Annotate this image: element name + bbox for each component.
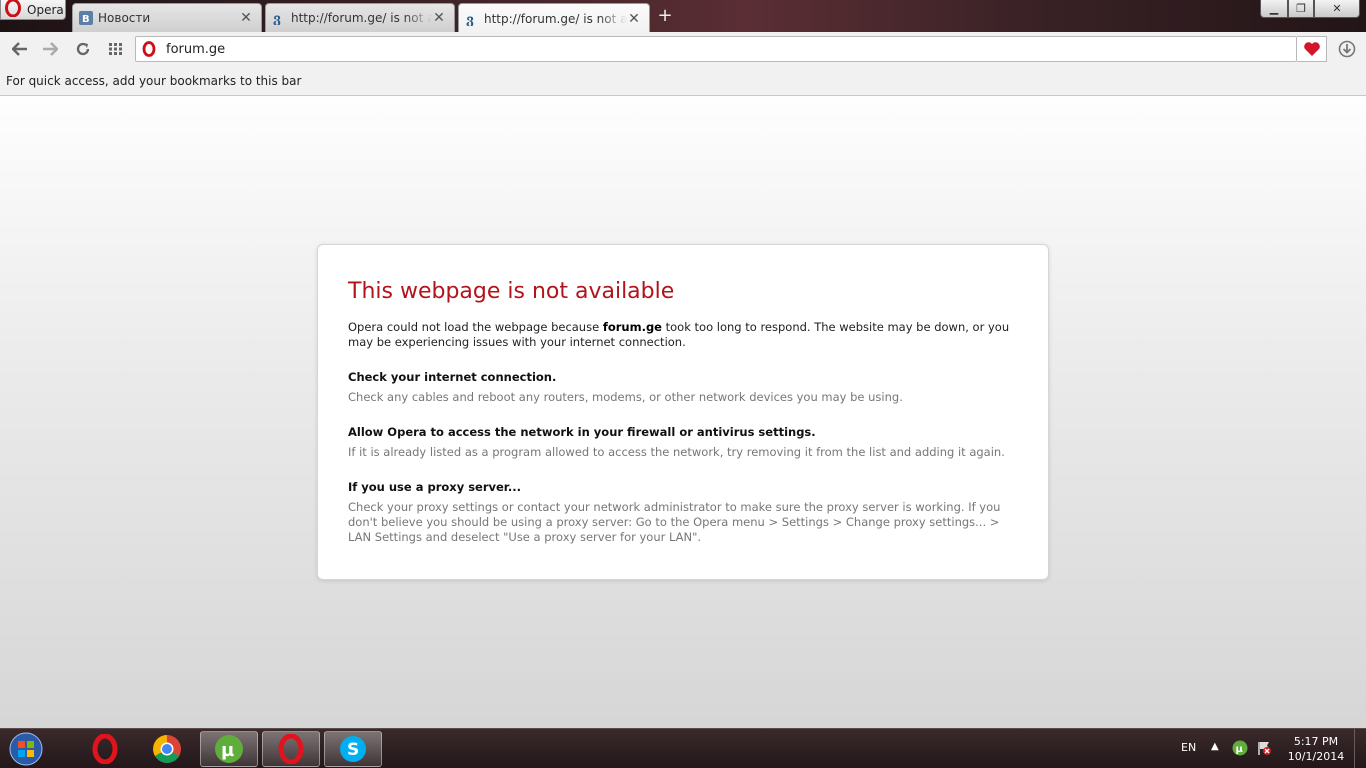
tab-title: http://forum.ge/ is not available [484,11,627,26]
windows-logo-icon [9,732,43,766]
page-content: This webpage is not available Opera coul… [0,96,1366,728]
download-icon[interactable] [1336,38,1358,60]
window-controls: ▁ ❐ ✕ [1260,0,1360,18]
svg-text:ვ: ვ [273,12,281,25]
error-host: forum.ge [602,320,662,334]
error-card: This webpage is not available Opera coul… [317,244,1049,580]
bookmarks-hint: For quick access, add your bookmarks to … [6,74,302,88]
close-window-icon[interactable]: ✕ [1314,0,1360,18]
show-desktop-button[interactable] [1354,729,1366,768]
tray-expand-icon[interactable]: ▲ [1211,741,1219,752]
tab-close-icon[interactable]: ✕ [239,11,253,25]
opera-menu-button[interactable]: Opera [0,0,66,20]
tip-heading: If you use a proxy server... [348,480,521,494]
tab-forum-active[interactable]: ვ http://forum.ge/ is not available ✕ [458,3,650,33]
maximize-icon[interactable]: ❐ [1288,0,1314,18]
opera-menu-label: Opera [27,2,64,17]
forum-icon: ვ [272,11,286,25]
system-clock[interactable]: 5:17 PM 10/1/2014 [1286,734,1346,764]
new-tab-plus-icon[interactable]: + [656,7,674,25]
tip-text: Check any cables and reboot any routers,… [348,390,903,404]
svg-text:В: В [82,14,90,25]
bookmarks-bar: For quick access, add your bookmarks to … [0,66,1366,96]
tip-text: Check your proxy settings or contact you… [348,500,1001,544]
svg-text:S: S [347,740,359,760]
minimize-icon[interactable]: ▁ [1260,0,1288,18]
tab-strip: Opera В Новости ✕ ვ http://forum.ge/ is … [0,0,1366,33]
navigation-toolbar [0,32,1366,66]
windows-taskbar: µ S EN ▲ µ 5:17 PM 10/1/2014 [0,728,1366,768]
address-input[interactable] [166,41,1266,57]
error-title: This webpage is not available [348,279,675,304]
address-bar[interactable] [135,36,1297,62]
forward-arrow-icon[interactable] [39,38,61,60]
forum-icon: ვ [465,12,479,26]
back-arrow-icon[interactable] [9,38,31,60]
stash-heart-icon[interactable] [1297,36,1327,62]
tip-text: If it is already listed as a program all… [348,445,1005,459]
tab-close-icon[interactable]: ✕ [432,11,446,25]
input-language[interactable]: EN [1181,741,1196,754]
tab-title: http://forum.ge/ is not available [291,11,432,25]
taskbar-opera-active-icon[interactable] [262,731,320,767]
svg-text:µ: µ [221,740,234,761]
error-description: Opera could not load the webpage because… [348,320,1018,350]
taskbar-opera-icon[interactable] [76,731,134,767]
opera-logo-icon [5,0,21,17]
taskbar-utorrent-icon[interactable]: µ [200,731,258,767]
clock-date: 10/1/2014 [1287,750,1345,763]
tip-heading: Allow Opera to access the network in you… [348,425,816,439]
error-lead-text: Opera could not load the webpage because [348,320,603,334]
tab-title: Новости [98,11,151,25]
opera-badge-icon [142,41,156,57]
start-button[interactable] [6,731,46,767]
svg-text:ვ: ვ [466,13,474,26]
taskbar-chrome-icon[interactable] [138,731,196,767]
reload-icon[interactable] [72,38,94,60]
tab-news[interactable]: В Новости ✕ [72,3,262,32]
svg-text:µ: µ [1236,744,1244,755]
tab-forum-1[interactable]: ვ http://forum.ge/ is not available ✕ [265,3,455,32]
action-center-flag-icon[interactable] [1256,740,1272,760]
vk-icon: В [79,11,93,25]
tab-close-icon[interactable]: ✕ [627,12,641,26]
speed-dial-grid-icon[interactable] [105,38,127,60]
tray-utorrent-icon[interactable]: µ [1232,740,1248,760]
clock-time: 5:17 PM [1293,735,1339,748]
tip-heading: Check your internet connection. [348,370,557,384]
taskbar-skype-icon[interactable]: S [324,731,382,767]
